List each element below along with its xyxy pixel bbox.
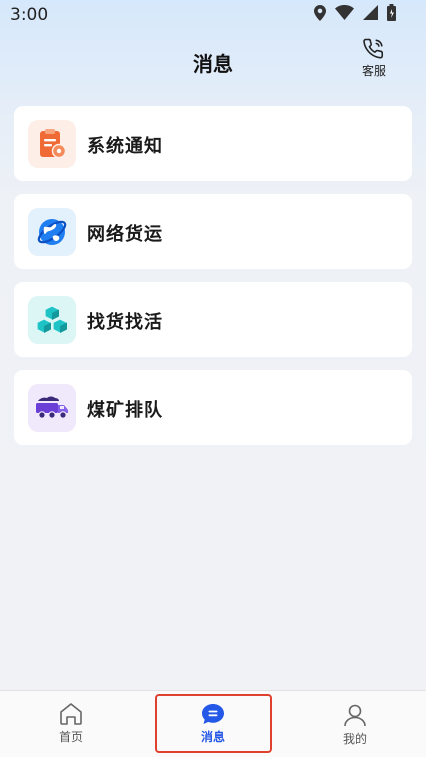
signal-icon bbox=[363, 5, 378, 20]
category-label: 煤矿排队 bbox=[87, 400, 163, 421]
category-coal-mine-queue[interactable]: 煤矿排队 bbox=[14, 370, 412, 445]
category-label: 系统通知 bbox=[87, 136, 163, 157]
bottom-tab-bar: 首页 消息 我的 bbox=[0, 690, 426, 757]
status-icons bbox=[314, 4, 396, 21]
wifi-icon bbox=[335, 5, 354, 20]
header: 消息 客服 bbox=[0, 30, 426, 100]
category-network-freight[interactable]: 网络货运 bbox=[14, 194, 412, 269]
category-system-notice[interactable]: 系统通知 bbox=[14, 106, 412, 181]
tab-label: 首页 bbox=[58, 730, 83, 744]
status-bar: 3:00 bbox=[0, 0, 426, 30]
message-icon bbox=[163, 703, 263, 725]
category-find-goods[interactable]: 找货找活 bbox=[14, 282, 412, 357]
phone-icon bbox=[356, 38, 392, 60]
globe-icon bbox=[28, 208, 76, 256]
battery-icon bbox=[387, 4, 396, 21]
tab-home[interactable]: 首页 bbox=[21, 691, 121, 757]
customer-service-label: 客服 bbox=[361, 64, 386, 78]
category-label: 网络货运 bbox=[87, 224, 163, 245]
home-icon bbox=[21, 703, 121, 725]
status-time: 3:00 bbox=[10, 5, 49, 25]
clipboard-gear-icon bbox=[28, 120, 76, 168]
category-label: 找货找活 bbox=[87, 312, 163, 333]
customer-service-button[interactable]: 客服 bbox=[356, 38, 392, 79]
tab-label: 消息 bbox=[200, 730, 225, 744]
location-icon bbox=[314, 4, 326, 21]
tab-label: 我的 bbox=[342, 732, 367, 746]
truck-icon bbox=[28, 384, 76, 432]
tab-messages[interactable]: 消息 bbox=[163, 691, 263, 757]
tab-profile[interactable]: 我的 bbox=[305, 691, 405, 757]
boxes-icon bbox=[28, 296, 76, 344]
user-icon bbox=[305, 703, 405, 727]
message-category-list: 系统通知 网络货运 找货找活 煤矿排队 bbox=[14, 106, 412, 458]
